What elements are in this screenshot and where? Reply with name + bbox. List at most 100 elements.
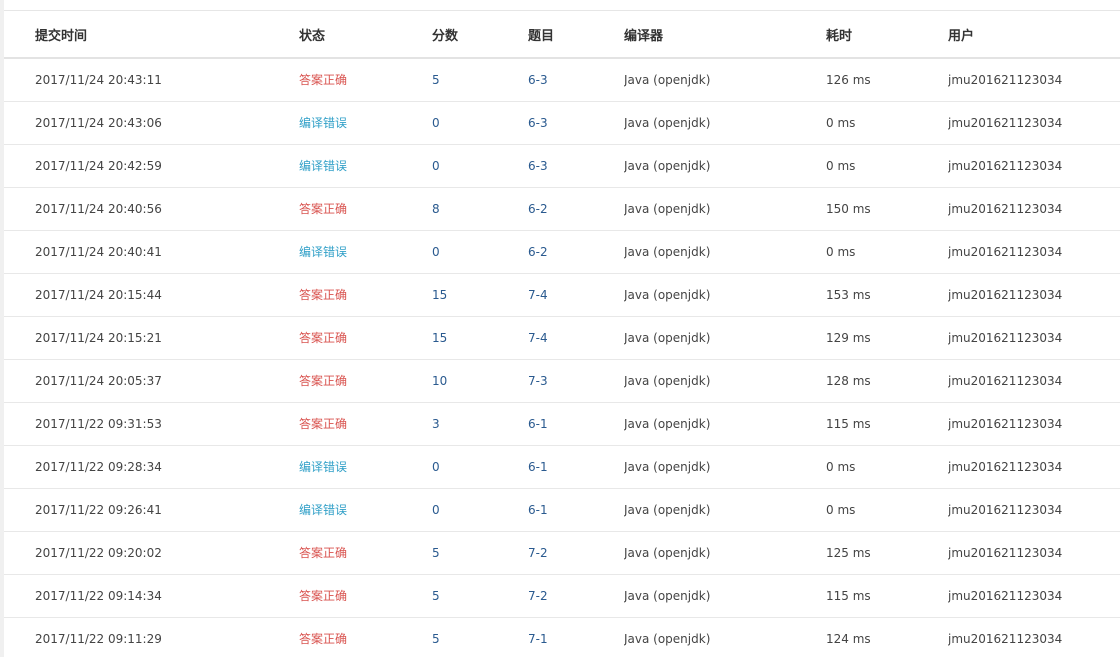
problem-link[interactable]: 6-3 [528, 101, 624, 145]
score-link[interactable]: 5 [432, 531, 528, 575]
status-link[interactable]: 答案正确 [299, 187, 432, 231]
user-cell: jmu201621123034 [948, 402, 1120, 446]
compiler-cell: Java (openjdk) [624, 488, 826, 532]
user-cell: jmu201621123034 [948, 273, 1120, 317]
user-cell: jmu201621123034 [948, 58, 1120, 102]
status-link[interactable]: 答案正确 [299, 574, 432, 618]
status-link[interactable]: 答案正确 [299, 58, 432, 102]
status-link[interactable]: 编译错误 [299, 101, 432, 145]
user-cell: jmu201621123034 [948, 316, 1120, 360]
score-link[interactable]: 5 [432, 617, 528, 657]
score-link[interactable]: 5 [432, 574, 528, 618]
score-link[interactable]: 10 [432, 359, 528, 403]
user-cell: jmu201621123034 [948, 230, 1120, 274]
compiler-cell: Java (openjdk) [624, 101, 826, 145]
status-link[interactable]: 答案正确 [299, 531, 432, 575]
user-cell: jmu201621123034 [948, 574, 1120, 618]
score-link[interactable]: 15 [432, 316, 528, 360]
score-link[interactable]: 5 [432, 58, 528, 102]
table-row: 2017/11/24 20:40:41 编译错误 0 6-2 Java (openjdk… [4, 230, 1120, 274]
duration-cell: 115 ms [826, 574, 948, 618]
duration-cell: 0 ms [826, 445, 948, 489]
problem-link[interactable]: 7-2 [528, 531, 624, 575]
table-row: 2017/11/24 20:40:56 答案正确 8 6-2 Java (openjdk… [4, 187, 1120, 231]
problem-link[interactable]: 6-1 [528, 445, 624, 489]
score-link[interactable]: 3 [432, 402, 528, 446]
status-link[interactable]: 编译错误 [299, 144, 432, 188]
submit-time-cell: 2017/11/22 09:31:53 [4, 402, 299, 446]
compiler-cell: Java (openjdk) [624, 402, 826, 446]
score-link[interactable]: 0 [432, 144, 528, 188]
status-link[interactable]: 答案正确 [299, 273, 432, 317]
table-body: 2017/11/24 20:43:11 答案正确 5 6-3 Java (openjdk… [4, 58, 1120, 657]
status-link[interactable]: 编译错误 [299, 488, 432, 532]
header-problem: 题目 [528, 11, 624, 59]
problem-link[interactable]: 6-1 [528, 402, 624, 446]
submit-time-cell: 2017/11/22 09:20:02 [4, 531, 299, 575]
status-link[interactable]: 答案正确 [299, 402, 432, 446]
score-link[interactable]: 15 [432, 273, 528, 317]
duration-cell: 115 ms [826, 402, 948, 446]
status-link[interactable]: 答案正确 [299, 617, 432, 657]
user-cell: jmu201621123034 [948, 101, 1120, 145]
table-row: 2017/11/24 20:43:11 答案正确 5 6-3 Java (openjdk… [4, 58, 1120, 102]
submit-time-cell: 2017/11/22 09:26:41 [4, 488, 299, 532]
status-link[interactable]: 编译错误 [299, 230, 432, 274]
submit-time-cell: 2017/11/24 20:15:44 [4, 273, 299, 317]
table-row: 2017/11/24 20:15:21 答案正确 15 7-4 Java (openjd… [4, 316, 1120, 360]
table-row: 2017/11/24 20:43:06 编译错误 0 6-3 Java (openjdk… [4, 101, 1120, 145]
compiler-cell: Java (openjdk) [624, 531, 826, 575]
submit-time-cell: 2017/11/24 20:43:11 [4, 58, 299, 102]
table-row: 2017/11/24 20:05:37 答案正确 10 7-3 Java (openjd… [4, 359, 1120, 403]
table-header-row: 提交时间 状态 分数 题目 编译器 耗时 用户 [4, 11, 1120, 59]
table-row: 2017/11/22 09:28:34 编译错误 0 6-1 Java (openjdk… [4, 445, 1120, 489]
compiler-cell: Java (openjdk) [624, 574, 826, 618]
user-cell: jmu201621123034 [948, 531, 1120, 575]
problem-link[interactable]: 7-2 [528, 574, 624, 618]
user-cell: jmu201621123034 [948, 187, 1120, 231]
duration-cell: 0 ms [826, 144, 948, 188]
compiler-cell: Java (openjdk) [624, 445, 826, 489]
header-status: 状态 [299, 11, 432, 59]
problem-link[interactable]: 6-3 [528, 58, 624, 102]
problem-link[interactable]: 7-1 [528, 617, 624, 657]
user-cell: jmu201621123034 [948, 617, 1120, 657]
duration-cell: 126 ms [826, 58, 948, 102]
duration-cell: 153 ms [826, 273, 948, 317]
score-link[interactable]: 0 [432, 230, 528, 274]
problem-link[interactable]: 7-4 [528, 273, 624, 317]
problem-link[interactable]: 7-4 [528, 316, 624, 360]
problem-link[interactable]: 6-2 [528, 230, 624, 274]
table-row: 2017/11/24 20:15:44 答案正确 15 7-4 Java (openjd… [4, 273, 1120, 317]
score-link[interactable]: 0 [432, 101, 528, 145]
score-link[interactable]: 0 [432, 488, 528, 532]
problem-link[interactable]: 6-2 [528, 187, 624, 231]
compiler-cell: Java (openjdk) [624, 58, 826, 102]
table-row: 2017/11/22 09:26:41 编译错误 0 6-1 Java (openjdk… [4, 488, 1120, 532]
header-compiler: 编译器 [624, 11, 826, 59]
submit-time-cell: 2017/11/22 09:11:29 [4, 617, 299, 657]
duration-cell: 150 ms [826, 187, 948, 231]
status-link[interactable]: 答案正确 [299, 316, 432, 360]
table-row: 2017/11/22 09:20:02 答案正确 5 7-2 Java (openjdk… [4, 531, 1120, 575]
table-row: 2017/11/24 20:42:59 编译错误 0 6-3 Java (openjdk… [4, 144, 1120, 188]
compiler-cell: Java (openjdk) [624, 187, 826, 231]
score-link[interactable]: 0 [432, 445, 528, 489]
table-row: 2017/11/22 09:14:34 答案正确 5 7-2 Java (openjdk… [4, 574, 1120, 618]
problem-link[interactable]: 6-3 [528, 144, 624, 188]
header-duration: 耗时 [826, 11, 948, 59]
duration-cell: 128 ms [826, 359, 948, 403]
header-score: 分数 [432, 11, 528, 59]
status-link[interactable]: 答案正确 [299, 359, 432, 403]
problem-link[interactable]: 6-1 [528, 488, 624, 532]
submit-time-cell: 2017/11/24 20:05:37 [4, 359, 299, 403]
submit-time-cell: 2017/11/24 20:40:41 [4, 230, 299, 274]
compiler-cell: Java (openjdk) [624, 617, 826, 657]
problem-link[interactable]: 7-3 [528, 359, 624, 403]
compiler-cell: Java (openjdk) [624, 316, 826, 360]
submit-time-cell: 2017/11/22 09:28:34 [4, 445, 299, 489]
header-user: 用户 [948, 11, 1120, 59]
status-link[interactable]: 编译错误 [299, 445, 432, 489]
score-link[interactable]: 8 [432, 187, 528, 231]
user-cell: jmu201621123034 [948, 359, 1120, 403]
